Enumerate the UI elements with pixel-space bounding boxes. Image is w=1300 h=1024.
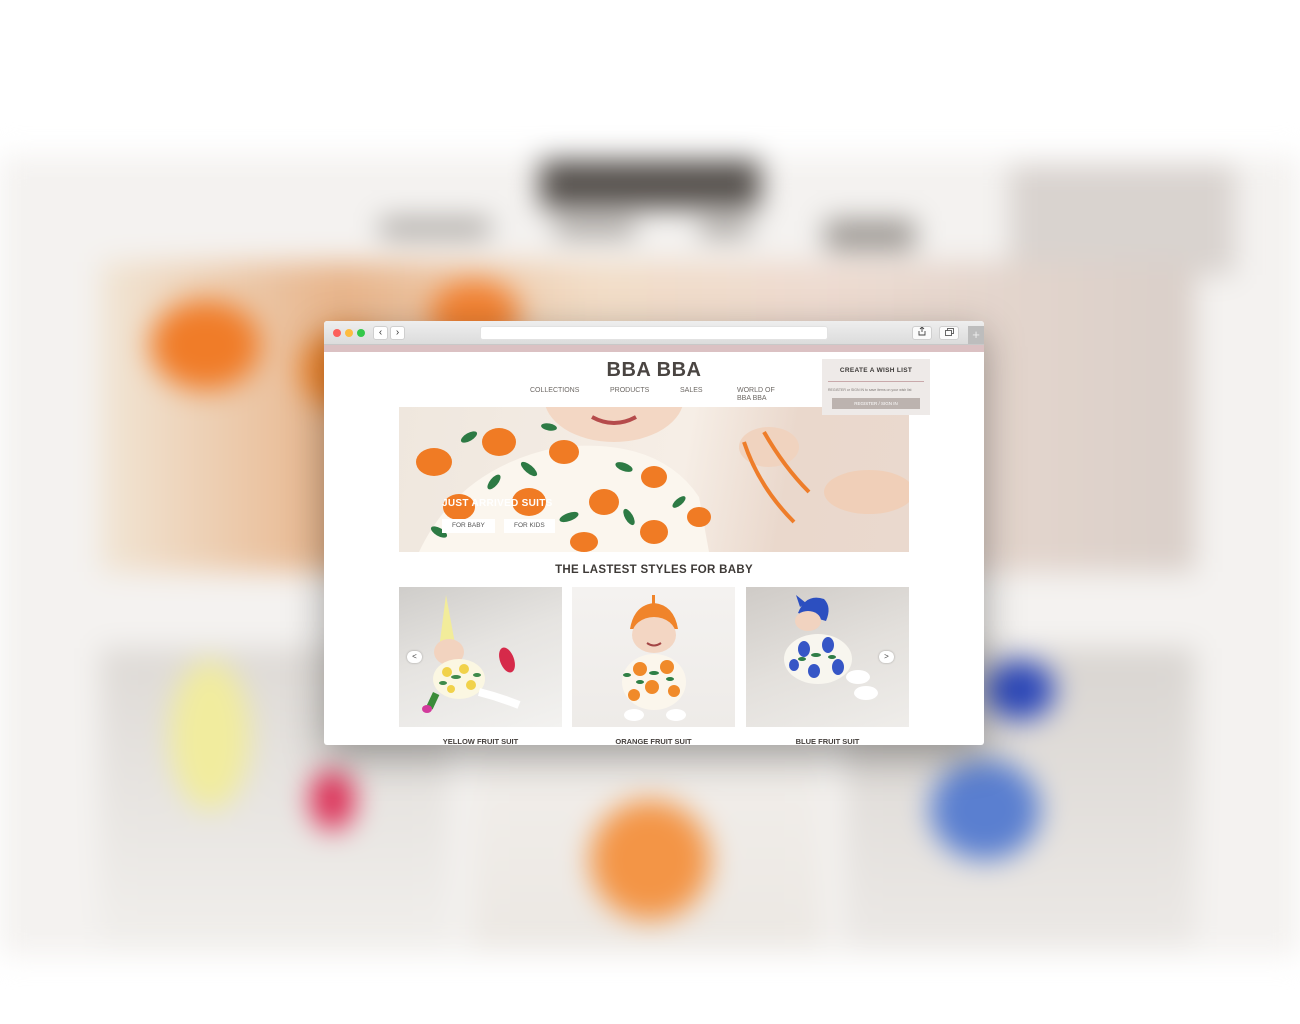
- carousel-prev-button[interactable]: <: [407, 651, 422, 663]
- nav-products[interactable]: PRODUCTS: [610, 387, 649, 395]
- background-toy: [310, 770, 355, 830]
- hero-banner[interactable]: JUST ARRIVED SUITS FOR BABY FOR KIDS: [399, 407, 909, 552]
- product-name-orange[interactable]: ORANGE FRUIT SUIT: [572, 737, 735, 745]
- minimize-window-icon[interactable]: [345, 329, 353, 337]
- product-card-yellow[interactable]: [399, 587, 562, 727]
- browser-toolbar: ‹ › +: [324, 321, 984, 345]
- register-sign-in-button[interactable]: REGISTER / SIGN IN: [832, 398, 920, 409]
- background-hat: [985, 660, 1055, 720]
- product-card-orange[interactable]: [572, 587, 735, 727]
- background-logo: [540, 160, 760, 208]
- background-suit: [590, 800, 710, 920]
- background-suit: [930, 760, 1040, 860]
- for-kids-button[interactable]: FOR KIDS: [504, 519, 555, 533]
- product-image-orange: [622, 595, 686, 721]
- announcement-bar: [324, 345, 984, 352]
- browser-window: ‹ › + BBA BBA COLLECTIONS PRODUCTS SALES…: [324, 321, 984, 745]
- background-nav-item: [700, 220, 750, 236]
- background-nav-item: [380, 220, 490, 236]
- product-name-yellow[interactable]: YELLOW FRUIT SUIT: [399, 737, 562, 745]
- zoom-window-icon[interactable]: [357, 329, 365, 337]
- for-baby-button[interactable]: FOR BABY: [442, 519, 495, 533]
- background-hat: [170, 660, 250, 810]
- wishlist-title: CREATE A WISH LIST: [839, 367, 913, 374]
- share-icon[interactable]: [912, 326, 932, 340]
- nav-sales[interactable]: SALES: [680, 387, 703, 395]
- nav-world-of-bba-bba[interactable]: WORLD OF BBA BBA: [737, 387, 775, 403]
- tabs-icon[interactable]: [939, 326, 959, 340]
- nav-world-line1: WORLD OF: [737, 387, 775, 394]
- hero-headline: JUST ARRIVED SUITS: [442, 498, 553, 509]
- background-nav-item: [825, 220, 915, 250]
- wishlist-description: REGISTER or SIGN IN to save items on you…: [828, 388, 912, 392]
- close-window-icon[interactable]: [333, 329, 341, 337]
- background-nav-item: [555, 220, 635, 236]
- nav-world-line2: BBA BBA: [737, 395, 767, 402]
- back-button[interactable]: ‹: [373, 326, 388, 340]
- carousel-next-button[interactable]: >: [879, 651, 894, 663]
- product-name-blue[interactable]: BLUE FRUIT SUIT: [746, 737, 909, 745]
- section-title: THE LASTEST STYLES FOR BABY: [555, 564, 753, 576]
- address-bar[interactable]: [480, 326, 828, 340]
- wishlist-divider: [828, 381, 924, 382]
- product-image-yellow: [422, 595, 521, 713]
- new-tab-button[interactable]: +: [968, 326, 984, 344]
- nav-collections[interactable]: COLLECTIONS: [530, 387, 579, 395]
- wishlist-panel: CREATE A WISH LIST REGISTER or SIGN IN t…: [822, 359, 930, 415]
- background-wishlist-panel: [1010, 165, 1235, 275]
- background-orange: [150, 300, 260, 390]
- forward-button[interactable]: ›: [390, 326, 405, 340]
